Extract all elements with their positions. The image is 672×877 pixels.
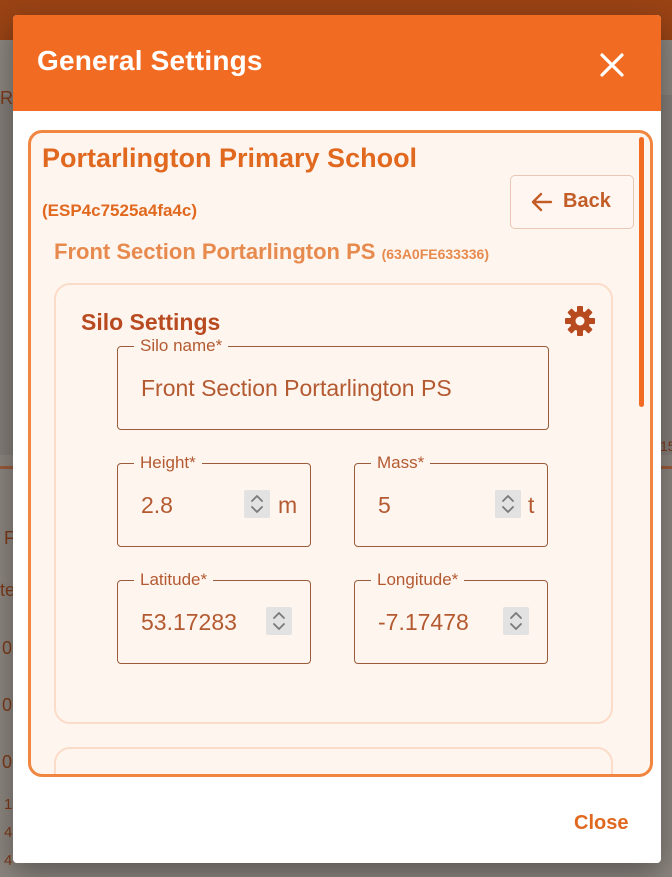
silo-heading-name: Front Section Portarlington PS [54, 239, 376, 264]
longitude-stepper[interactable] [503, 607, 529, 635]
longitude-value[interactable]: -7.17478 [378, 609, 469, 636]
mass-label: Mass* [371, 453, 431, 473]
height-field[interactable]: Height* 2.8 m [117, 453, 311, 547]
arrow-left-icon [531, 192, 553, 218]
silo-settings-panel: Silo Settings Silo name* Front Section P… [54, 283, 613, 724]
height-stepper[interactable] [244, 490, 270, 518]
background-text: 4 [4, 824, 13, 841]
general-settings-dialog: General Settings Portarlington Primary S… [13, 15, 661, 863]
background-text: 0 [2, 638, 13, 658]
latitude-field[interactable]: Latitude* 53.17283 [117, 570, 311, 664]
height-value[interactable]: 2.8 [141, 492, 173, 519]
background-text: 15 [660, 438, 672, 454]
latitude-stepper[interactable] [266, 607, 292, 635]
mass-field[interactable]: Mass* 5 t [354, 453, 548, 547]
silo-name-value[interactable]: Front Section Portarlington PS [141, 375, 452, 402]
background-text: 1 [4, 796, 13, 813]
mass-unit: t [528, 492, 535, 518]
stepper-chevrons-icon [251, 495, 263, 513]
close-button[interactable]: Close [574, 812, 628, 835]
dialog-title: General Settings [37, 45, 263, 76]
mass-stepper[interactable] [495, 490, 521, 518]
longitude-field[interactable]: Longitude* -7.17478 [354, 570, 548, 664]
latitude-label: Latitude* [134, 570, 214, 590]
scrollbar[interactable] [639, 137, 644, 407]
back-label: Back [563, 190, 611, 212]
gear-icon[interactable] [564, 305, 596, 337]
school-name: Portarlington Primary School [42, 143, 418, 173]
stepper-chevrons-icon [502, 495, 514, 513]
latitude-value[interactable]: 53.17283 [141, 609, 237, 636]
dialog-header: General Settings [13, 15, 661, 111]
background-text: 0 [2, 695, 13, 715]
silo-name-label: Silo name* [134, 336, 229, 356]
panel-title: Silo Settings [81, 309, 221, 335]
settings-content[interactable]: Portarlington Primary School (ESP4c7525a… [28, 130, 653, 777]
back-button[interactable]: Back [510, 175, 634, 229]
height-label: Height* [134, 453, 202, 473]
silo-heading: Front Section Portarlington PS (63A0FE63… [54, 239, 489, 265]
close-icon[interactable] [595, 48, 629, 82]
longitude-label: Longitude* [371, 570, 465, 590]
next-settings-panel [54, 747, 613, 774]
height-unit: m [278, 492, 298, 518]
device-id: (ESP4c7525a4fa4c) [42, 201, 198, 220]
background-text: 0 [2, 752, 13, 772]
background-text: 4 [4, 852, 13, 869]
stepper-chevrons-icon [510, 612, 522, 630]
stepper-chevrons-icon [273, 612, 285, 630]
mass-value[interactable]: 5 [378, 492, 391, 519]
silo-name-field[interactable]: Silo name* Front Section Portarlington P… [117, 336, 549, 430]
silo-heading-code: (63A0FE633336) [381, 246, 489, 262]
